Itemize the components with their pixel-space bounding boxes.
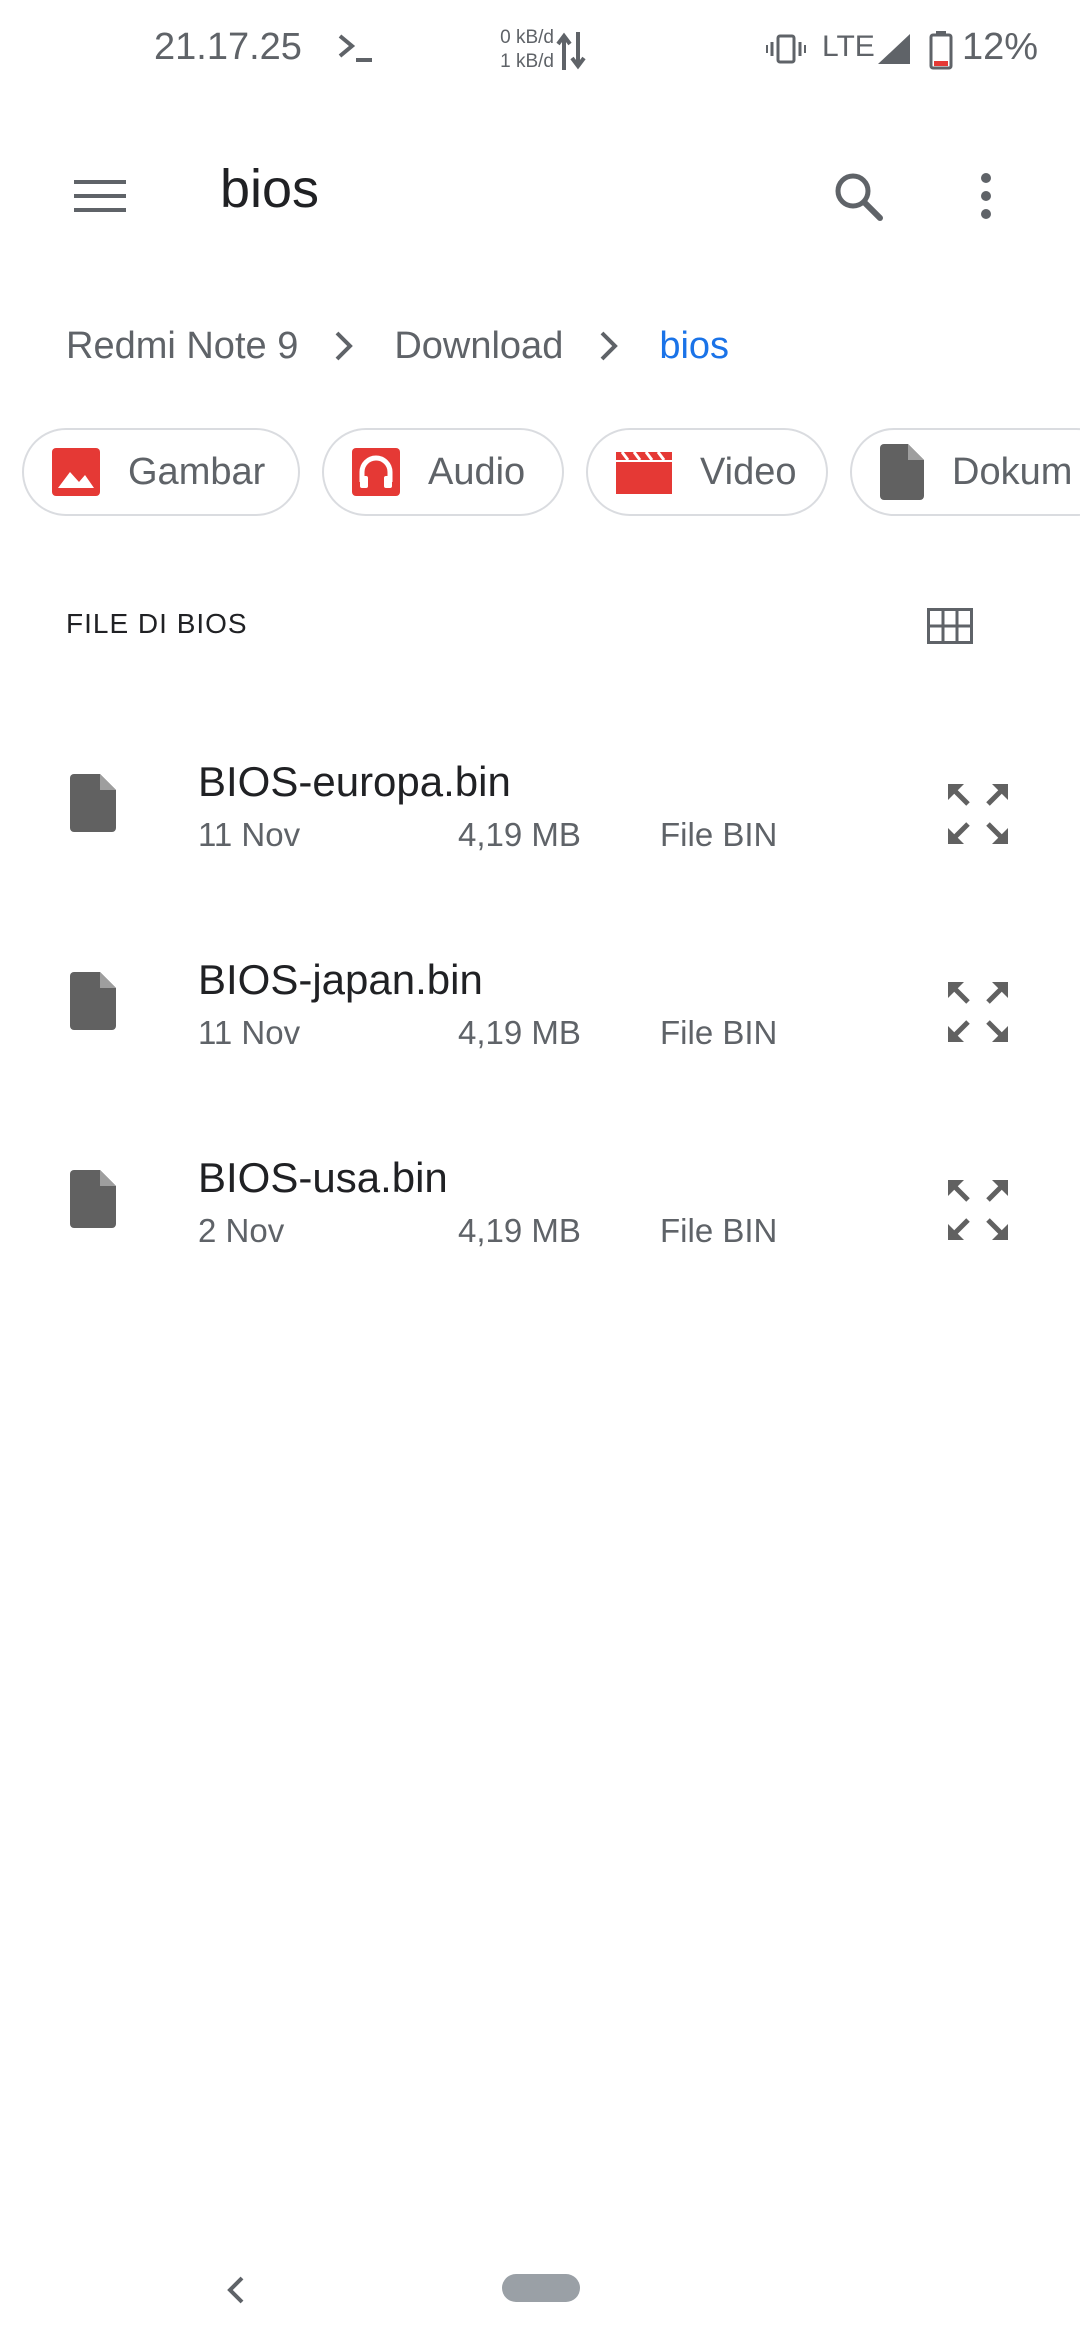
expand-preview-button[interactable] [930, 964, 1026, 1060]
chevron-left-icon [214, 2262, 258, 2318]
chip-label: Video [700, 450, 797, 493]
file-name: BIOS-usa.bin [198, 1154, 448, 1201]
data-arrows-icon [556, 30, 586, 72]
search-icon [833, 171, 883, 221]
net-up-label: 0 kB/d [500, 27, 554, 48]
back-button[interactable] [214, 2262, 258, 2318]
grid-view-icon [927, 608, 973, 644]
file-size: 4,19 MB [458, 1014, 581, 1051]
expand-icon [946, 1178, 1010, 1242]
search-button[interactable] [818, 156, 898, 236]
vibrate-icon [766, 34, 806, 64]
net-down-label: 1 kB/d [500, 51, 554, 72]
signal-icon [876, 32, 912, 66]
file-type: File BIN [660, 1014, 778, 1051]
file-row[interactable]: BIOS-japan.bin 11 Nov 4,19 MB File BIN [0, 918, 1080, 1116]
file-type: File BIN [660, 1212, 778, 1249]
chip-images[interactable]: Gambar [22, 428, 300, 516]
file-row[interactable]: BIOS-europa.bin 11 Nov 4,19 MB File BIN [0, 720, 1080, 918]
chip-label: Audio [428, 450, 526, 493]
file-date: 11 Nov [198, 816, 301, 853]
expand-icon [946, 980, 1010, 1044]
chip-documents[interactable]: Dokum [850, 428, 1080, 516]
file-date: 11 Nov [198, 1014, 301, 1051]
chevron-right-icon [334, 330, 354, 362]
expand-preview-button[interactable] [930, 1162, 1026, 1258]
menu-button[interactable] [60, 156, 140, 236]
file-size: 4,19 MB [458, 1212, 581, 1249]
chip-video[interactable]: Video [586, 428, 828, 516]
file-row[interactable]: BIOS-usa.bin 2 Nov 4,19 MB File BIN [0, 1116, 1080, 1314]
file-icon [70, 774, 116, 832]
category-chips: Gambar Audio Video Dokum [22, 428, 1080, 520]
file-name: BIOS-japan.bin [198, 956, 483, 1003]
headphones-icon [352, 448, 400, 496]
chip-label: Dokum [952, 450, 1073, 493]
menu-icon [74, 178, 126, 214]
expand-icon [946, 782, 1010, 846]
terminal-icon [336, 30, 376, 66]
file-size: 4,19 MB [458, 816, 581, 853]
chevron-right-icon [599, 330, 619, 362]
section-title: FILE DI BIOS [66, 608, 248, 639]
file-icon [70, 1170, 116, 1228]
breadcrumb-item-current[interactable]: bios [659, 325, 729, 368]
network-type: LTE [822, 30, 875, 63]
system-nav-bar [0, 2240, 1080, 2340]
more-options-button[interactable] [946, 156, 1026, 236]
expand-preview-button[interactable] [930, 766, 1026, 862]
document-icon [880, 444, 924, 500]
view-toggle-button[interactable] [910, 586, 990, 666]
home-pill[interactable] [502, 2274, 580, 2302]
chip-label: Gambar [128, 450, 266, 493]
chip-audio[interactable]: Audio [322, 428, 564, 516]
more-vert-icon [980, 172, 992, 220]
file-icon [70, 972, 116, 1030]
battery-percent: 12% [962, 26, 1039, 68]
status-bar: 21.17.25 0 kB/d 1 kB/d LTE 12% [0, 0, 1080, 100]
movie-icon [616, 450, 672, 494]
breadcrumb-item-download[interactable]: Download [394, 325, 563, 368]
file-name: BIOS-europa.bin [198, 758, 511, 805]
image-icon [52, 448, 100, 496]
breadcrumb-item-device[interactable]: Redmi Note 9 [66, 325, 298, 368]
battery-icon [928, 30, 954, 70]
file-date: 2 Nov [198, 1212, 285, 1249]
network-speed: 0 kB/d 1 kB/d [488, 26, 554, 74]
app-bar: bios [0, 120, 1080, 260]
breadcrumb: Redmi Note 9 Download bios [66, 316, 729, 376]
page-title: bios [220, 159, 320, 219]
status-time: 21.17.25 [154, 26, 302, 68]
file-type: File BIN [660, 816, 778, 853]
